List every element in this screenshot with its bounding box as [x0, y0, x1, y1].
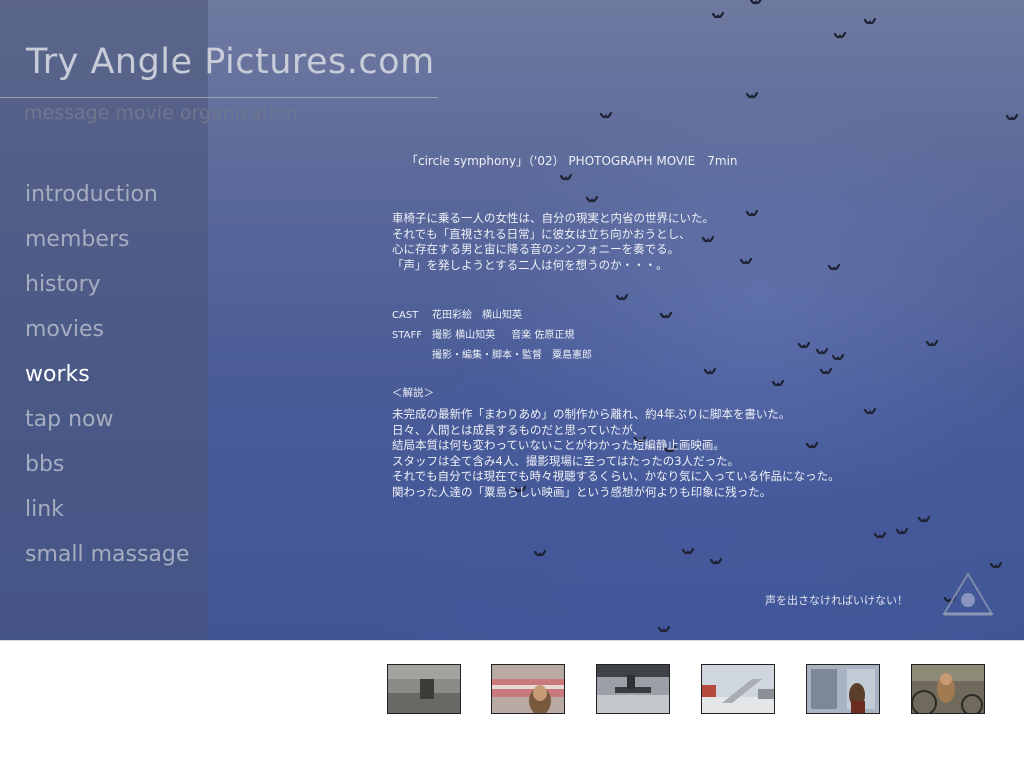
site-tagline: message movie organization	[24, 102, 298, 124]
bird-silhouette	[873, 531, 887, 539]
bird-silhouette	[831, 353, 845, 361]
work-title: 「circle symphony」（'02） PHOTOGRAPH MOVIE …	[406, 154, 738, 168]
bird-silhouette	[559, 173, 573, 181]
bird-silhouette	[827, 263, 841, 271]
notes-heading: ＜解説＞	[392, 387, 434, 399]
site-logo-text[interactable]: Try Angle Pictures.com	[26, 42, 435, 82]
bird-silhouette	[771, 379, 785, 387]
staff-row-2: 撮影・編集・脚本・監督 粟島憲郎	[392, 346, 592, 366]
nav-item-works[interactable]: works	[25, 357, 189, 402]
bird-silhouette	[819, 367, 833, 375]
bird-silhouette	[989, 561, 1003, 569]
bird-silhouette	[749, 0, 762, 5]
bird-silhouette	[745, 91, 759, 99]
cast-names: 花田彩絵 横山知英	[432, 310, 522, 321]
thumb-stairs-plaza[interactable]	[701, 664, 775, 714]
hero-stage: Try Angle Pictures.com message movie org…	[0, 0, 1024, 640]
cast-row: CAST 花田彩絵 横山知英	[392, 306, 592, 326]
synopsis-line: 心に存在する男と宙に降る音のシンフォニーを奏でる。	[392, 242, 680, 256]
staff-camera: 撮影 横山知英	[432, 330, 496, 341]
bird-silhouette	[599, 111, 613, 119]
bird-silhouette	[925, 339, 939, 347]
staff-row: STAFF 撮影 横山知英 音楽 佐原正規	[392, 326, 592, 346]
thumb-woman-train[interactable]	[491, 664, 565, 714]
bird-silhouette	[863, 407, 877, 415]
cast-label: CAST	[392, 310, 419, 321]
bird-silhouette	[833, 31, 847, 39]
staff-music: 音楽 佐原正規	[511, 330, 575, 341]
bird-silhouette	[917, 515, 931, 523]
header-divider	[0, 97, 438, 98]
bird-silhouette	[681, 547, 695, 555]
commentary-line: 未完成の最新作「まわりあめ」の制作から離れ、約4年ぶりに脚本を書いた。	[392, 407, 791, 421]
nav-item-bbs[interactable]: bbs	[25, 447, 189, 492]
commentary-line: それでも自分では現在でも時々視聴するくらい、かなり気に入っている作品になった。	[392, 469, 840, 483]
bird-silhouette	[709, 557, 723, 565]
tagline-caption: 声を出さなければいけない！	[765, 594, 908, 607]
nav-item-small-massage[interactable]: small massage	[25, 537, 189, 582]
bird-silhouette	[659, 311, 673, 319]
thumb-woman-window[interactable]	[806, 664, 880, 714]
thumb-bench-park[interactable]	[596, 664, 670, 714]
thumb-street-wheelchair[interactable]	[387, 664, 461, 714]
staff-label: STAFF	[392, 330, 423, 341]
commentary: 未完成の最新作「まわりあめ」の制作から離れ、約4年ぶりに脚本を書いた。 日々、人…	[392, 407, 840, 500]
bird-silhouette	[863, 17, 877, 25]
main-nav: introduction members history movies work…	[25, 177, 189, 582]
bird-silhouette	[1005, 113, 1019, 121]
nav-item-tap-now[interactable]: tap now	[25, 402, 189, 447]
commentary-line: 関わった人達の「粟島らしい映画」という感想が何よりも印象に残った。	[392, 484, 772, 499]
triangle-logo-icon[interactable]	[940, 570, 996, 620]
bird-silhouette	[657, 625, 671, 633]
bird-silhouette	[797, 341, 811, 349]
bird-silhouette	[615, 293, 629, 301]
bird-silhouette	[533, 549, 547, 557]
synopsis-line: それでも「直視される日常」に彼女は立ち向かおうとし、	[392, 226, 691, 241]
bird-silhouette	[815, 347, 829, 355]
bird-silhouette	[895, 527, 909, 535]
nav-item-history[interactable]: history	[25, 267, 189, 312]
bird-silhouette	[745, 209, 759, 217]
bird-silhouette	[711, 11, 725, 19]
bird-silhouette	[703, 367, 717, 375]
commentary-line: スタッフは全て含み4人、撮影現場に至ってはたったの3人だった。	[392, 453, 740, 468]
nav-item-movies[interactable]: movies	[25, 312, 189, 357]
synopsis: 車椅子に乗る一人の女性は、自分の現実と内省の世界にいた。 それでも「直視される日…	[392, 211, 714, 273]
staff-director: 撮影・編集・脚本・監督 粟島憲郎	[432, 350, 592, 361]
nav-item-members[interactable]: members	[25, 222, 189, 267]
thumbnail-strip	[0, 640, 1024, 769]
bird-silhouette	[585, 195, 599, 203]
thumb-woman-bicycles[interactable]	[911, 664, 985, 714]
synopsis-line: 車椅子に乗る一人の女性は、自分の現実と内省の世界にいた。	[392, 211, 714, 225]
commentary-line: 日々、人間とは成長するものだと思っていたが、	[392, 422, 645, 437]
credits: CAST 花田彩絵 横山知英 STAFF 撮影 横山知英 音楽 佐原正規 撮影・編集・…	[392, 306, 592, 366]
synopsis-line: 「声」を発しようとする二人は何を想うのか・・・。	[392, 257, 668, 272]
commentary-line: 結局本質は何も変わっていないことがわかった短編静止画映画。	[392, 438, 725, 452]
nav-item-introduction[interactable]: introduction	[25, 177, 189, 222]
nav-item-link[interactable]: link	[25, 492, 189, 537]
bird-silhouette	[739, 257, 753, 265]
